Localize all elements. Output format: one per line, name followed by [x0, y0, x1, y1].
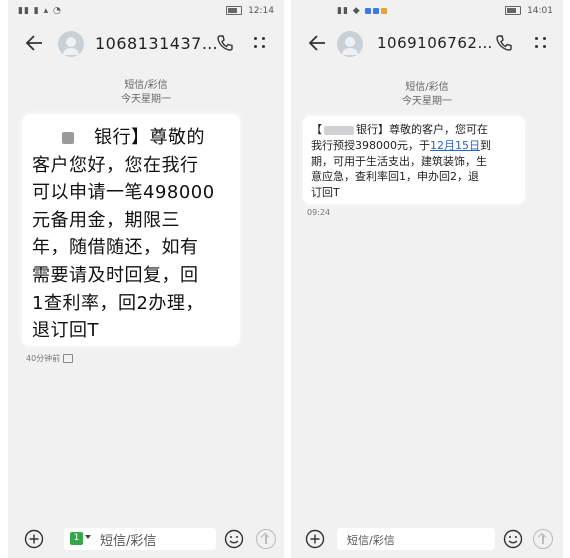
- status-time: 12:14: [248, 6, 274, 16]
- more-options-icon[interactable]: [535, 34, 549, 52]
- left-phone-screen: ▮▮ ▮ ▴ ◔ 12:14 1068131437… 短信/彩信 今天星期一 银…: [8, 0, 284, 558]
- sender-number[interactable]: 1068131437…: [95, 34, 218, 53]
- input-placeholder: 短信/彩信: [347, 534, 395, 547]
- add-attachment-icon[interactable]: [305, 529, 325, 549]
- signal-icons: ▮▮ ▮ ▴ ◔: [18, 6, 62, 16]
- message-bubble[interactable]: 银行】尊敬的 客户您好，您在我行 可以申请一笔498000 元备用金，期限三 年…: [22, 114, 240, 346]
- more-options-icon[interactable]: [254, 34, 268, 52]
- status-right: 14:01: [505, 6, 553, 16]
- sim-selector-icon[interactable]: 1: [70, 532, 83, 545]
- battery-icon: [505, 6, 522, 15]
- back-arrow-icon[interactable]: [307, 32, 327, 54]
- message-text: 银行】尊敬的 客户您好，您在我行 可以申请一笔498000 元备用金，期限三 年…: [32, 127, 215, 342]
- back-arrow-icon[interactable]: [24, 32, 44, 54]
- status-bar: ▮▮ ▮ ▴ ◔ 12:14: [18, 6, 274, 20]
- message-timestamp: 09:24: [307, 208, 331, 217]
- redacted-bank-name: [62, 132, 74, 144]
- message-text: 【银行】尊敬的客户，您可在 我行预授398000元，于12月15日到 期，可用于…: [311, 123, 491, 200]
- status-bar: ▮▮ ◆ 14:01: [301, 6, 553, 20]
- right-phone-screen: ▮▮ ◆ 14:01 1069106762… 短信/彩信 今天星期一 【银行】尊…: [291, 0, 563, 558]
- input-placeholder: 短信/彩信: [100, 534, 157, 549]
- status-time: 14:01: [527, 6, 553, 16]
- conversation-header: 1069106762…: [291, 24, 563, 64]
- add-attachment-icon[interactable]: [24, 529, 44, 549]
- message-input[interactable]: 短信/彩信: [337, 528, 495, 550]
- message-timestamp: 40分钟前: [26, 353, 74, 364]
- conversation-date-label: 今天星期一: [402, 96, 452, 107]
- composer-bar: 1 短信/彩信: [8, 524, 284, 558]
- sender-number[interactable]: 1069106762…: [377, 34, 493, 52]
- conversation-type-label: 短信/彩信: [405, 82, 449, 93]
- conversation-type-label: 短信/彩信: [124, 80, 168, 91]
- message-bubble[interactable]: 【银行】尊敬的客户，您可在 我行预授398000元，于12月15日到 期，可用于…: [303, 116, 525, 204]
- phone-call-icon[interactable]: [495, 34, 513, 52]
- sim-indicator-icon: [63, 354, 74, 363]
- status-right: 12:14: [226, 6, 274, 16]
- phone-call-icon[interactable]: [216, 34, 234, 52]
- redacted-bank-name: [324, 125, 354, 135]
- date-link[interactable]: 12月15日: [430, 139, 480, 152]
- send-button[interactable]: [533, 529, 553, 549]
- emoji-icon[interactable]: [503, 529, 523, 549]
- conversation-header: 1068131437…: [8, 24, 284, 64]
- contact-avatar[interactable]: [58, 31, 84, 57]
- send-button[interactable]: [256, 529, 276, 549]
- signal-icons: ▮▮ ◆: [337, 6, 389, 16]
- chevron-down-icon: [85, 535, 91, 539]
- composer-bar: 短信/彩信: [291, 524, 563, 558]
- contact-avatar[interactable]: [337, 31, 363, 57]
- conversation-date-label: 今天星期一: [121, 94, 171, 105]
- emoji-icon[interactable]: [224, 529, 244, 549]
- message-input[interactable]: 1 短信/彩信: [64, 528, 216, 550]
- battery-icon: [226, 6, 243, 15]
